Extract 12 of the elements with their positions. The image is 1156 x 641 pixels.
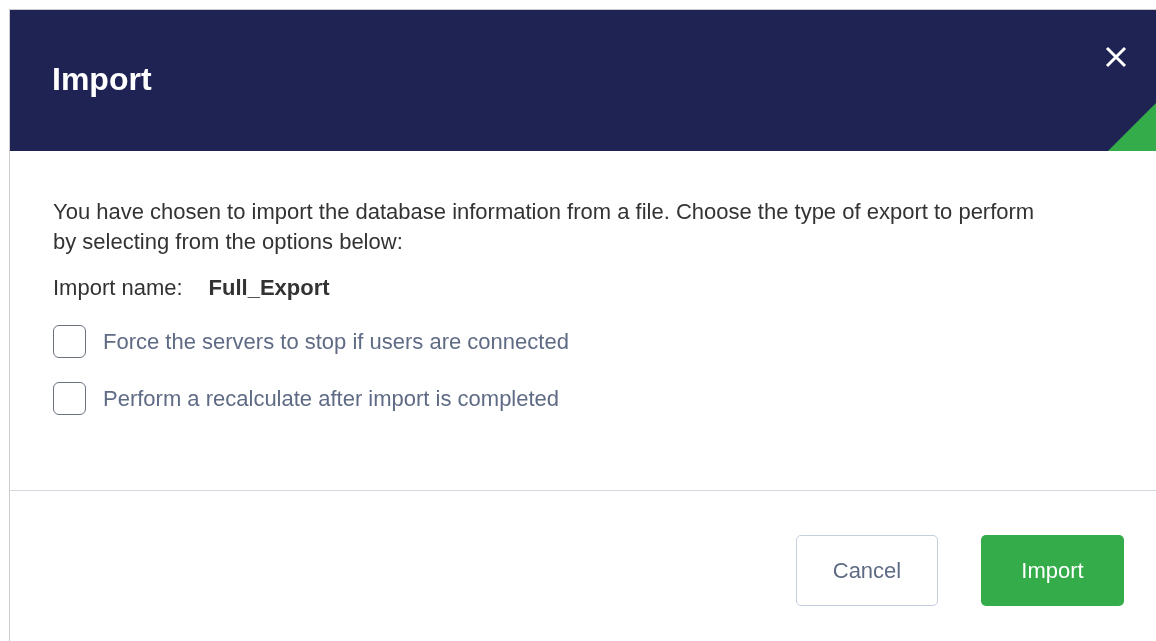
cancel-button[interactable]: Cancel [796,535,938,606]
checkbox[interactable] [53,382,86,415]
import-button[interactable]: Import [981,535,1124,606]
dialog-title: Import [52,61,152,98]
checkbox[interactable] [53,325,86,358]
corner-triangle-icon [1108,103,1156,151]
import-name-value: Full_Export [208,275,330,301]
checkbox-label[interactable]: Perform a recalculate after import is completed [103,385,560,412]
intro-text: You have chosen to import the database information from a file. Choose the type of export to perform by selecting from the options below: [53,198,1036,256]
close-icon[interactable] [1105,46,1127,68]
import-name-label: Import name: [53,275,183,301]
checkbox-label[interactable]: Force the servers to stop if users are connected [103,328,569,355]
